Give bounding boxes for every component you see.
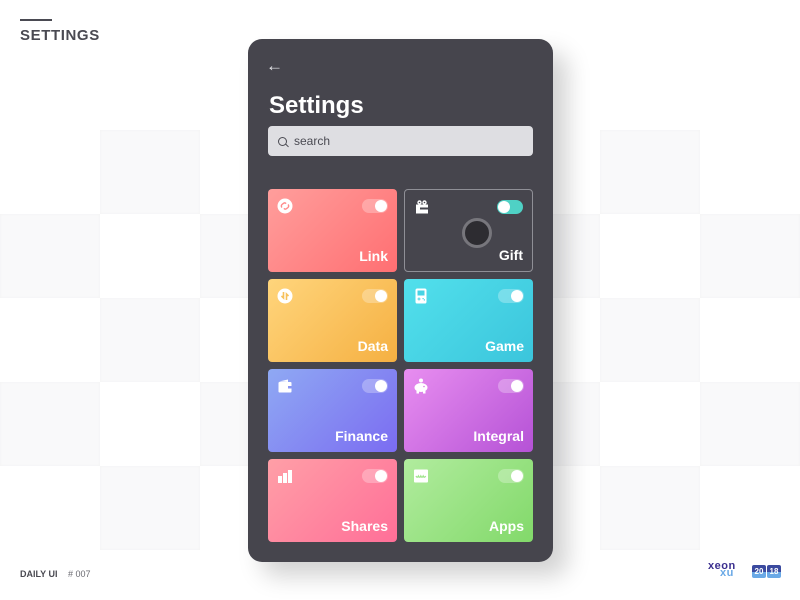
toggle-gift[interactable] <box>497 200 523 214</box>
arrow-left-icon: ← <box>266 56 283 75</box>
screen-title: Settings <box>269 92 364 119</box>
card-label: Apps <box>489 518 524 534</box>
settings-grid: Link Gift Data Game Finance Integral Sha… <box>268 189 533 542</box>
search-icon <box>278 136 287 146</box>
card-finance[interactable]: Finance <box>268 369 397 452</box>
toggle-data[interactable] <box>362 289 388 303</box>
search-input[interactable] <box>294 134 514 148</box>
card-label: Integral <box>473 428 524 444</box>
card-label: Game <box>485 338 524 354</box>
toggle-knob <box>375 380 387 392</box>
gift-icon <box>416 200 428 214</box>
daily-ui-label: DAILY UI <box>20 569 58 579</box>
toggle-knob <box>375 470 387 482</box>
card-data[interactable]: Data <box>268 279 397 362</box>
card-label: Shares <box>341 518 388 534</box>
card-label: Finance <box>335 428 388 444</box>
brand-year-part: 18 <box>767 564 781 578</box>
daily-ui-number: # 007 <box>68 569 91 579</box>
back-button[interactable]: ← <box>266 57 284 75</box>
toggle-knob <box>498 201 510 213</box>
bar-chart-icon <box>278 470 292 483</box>
monitor-wave-icon <box>414 469 428 483</box>
data-icon <box>277 288 293 304</box>
brand-logo: xeon xu 20 18 <box>708 561 781 580</box>
piggy-bank-icon <box>414 378 428 394</box>
toggle-knob <box>511 380 523 392</box>
card-label: Gift <box>498 247 523 263</box>
toggle-apps[interactable] <box>498 469 524 483</box>
card-label: Link <box>359 248 388 264</box>
brand-year: 20 18 <box>752 564 781 578</box>
link-icon <box>277 198 293 214</box>
card-integral[interactable]: Integral <box>404 369 533 452</box>
search-bar[interactable] <box>268 126 533 156</box>
brand-wordmark: xeon xu <box>708 561 746 580</box>
page-heading: SETTINGS <box>20 27 100 44</box>
heading-rule <box>20 19 52 21</box>
card-game[interactable]: Game <box>404 279 533 362</box>
toggle-knob <box>375 290 387 302</box>
card-shares[interactable]: Shares <box>268 459 397 542</box>
gamepad-icon <box>415 288 427 304</box>
toggle-knob <box>511 470 523 482</box>
phone-panel: ← Settings Link <box>248 39 553 562</box>
toggle-link[interactable] <box>362 199 388 213</box>
brand-year-part: 20 <box>752 564 766 578</box>
toggle-shares[interactable] <box>362 469 388 483</box>
wallet-icon <box>278 379 292 393</box>
toggle-knob <box>375 200 387 212</box>
card-link[interactable]: Link <box>268 189 397 272</box>
card-label: Data <box>357 338 388 354</box>
footer-label: DAILY UI # 007 <box>20 569 91 579</box>
touch-indicator <box>462 218 492 248</box>
toggle-finance[interactable] <box>362 379 388 393</box>
toggle-integral[interactable] <box>498 379 524 393</box>
card-apps[interactable]: Apps <box>404 459 533 542</box>
brand-line2: xu <box>720 567 734 579</box>
toggle-game[interactable] <box>498 289 524 303</box>
card-gift[interactable]: Gift <box>404 189 533 272</box>
toggle-knob <box>511 290 523 302</box>
